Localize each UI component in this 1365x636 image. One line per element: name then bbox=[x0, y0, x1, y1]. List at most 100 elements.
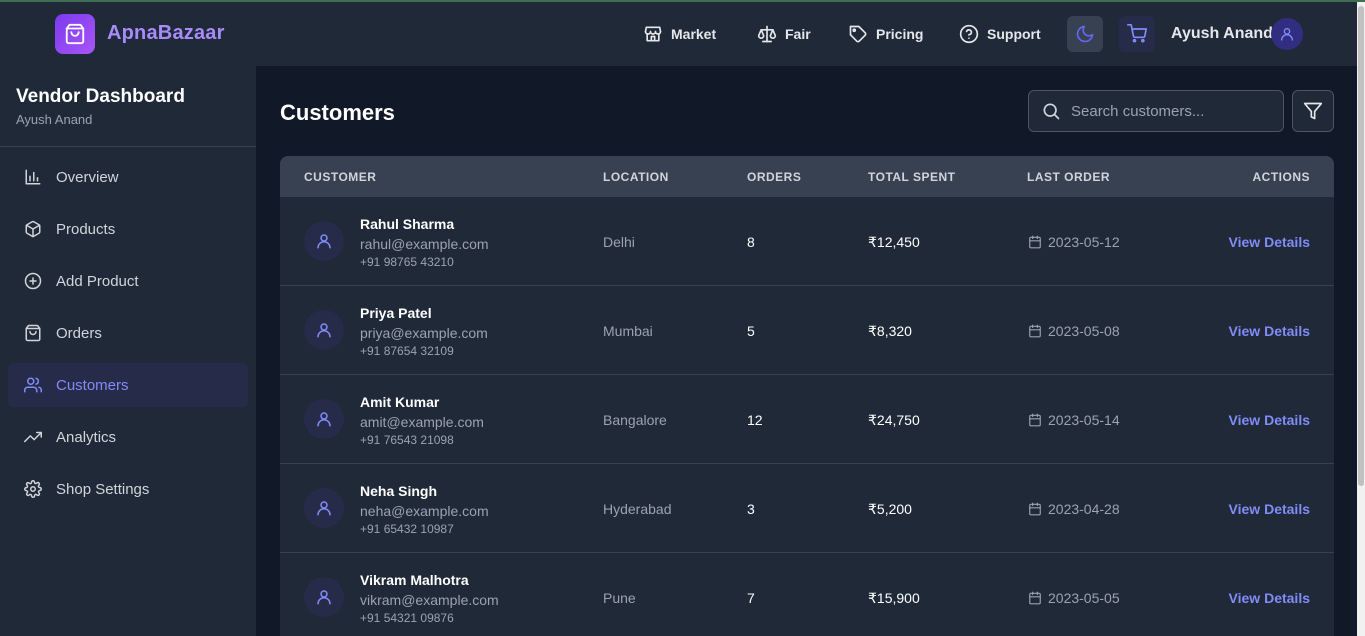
last-order-date: 2023-05-14 bbox=[1048, 412, 1120, 428]
cart-button[interactable] bbox=[1119, 16, 1155, 52]
customer-avatar bbox=[304, 221, 344, 261]
user-icon bbox=[317, 234, 331, 249]
view-details-link[interactable]: View Details bbox=[1229, 234, 1310, 250]
customer-phone: +91 54321 09876 bbox=[360, 611, 454, 625]
calendar-icon bbox=[1029, 324, 1041, 338]
customer-phone: +91 98765 43210 bbox=[360, 255, 454, 269]
customer-name: Neha Singh bbox=[360, 483, 438, 499]
sidebar-item-overview[interactable]: Overview bbox=[8, 155, 248, 199]
theme-toggle-button[interactable] bbox=[1067, 16, 1103, 52]
page-scrollbar[interactable] bbox=[1357, 2, 1365, 636]
customer-location: Delhi bbox=[603, 234, 635, 250]
table-header: CUSTOMER LOCATION ORDERS TOTAL SPENT LAS… bbox=[280, 156, 1334, 196]
box-icon bbox=[24, 220, 42, 238]
sidebar-header: Vendor Dashboard Ayush Anand bbox=[0, 66, 256, 147]
nav-fair-label: Fair bbox=[785, 26, 811, 42]
top-navbar: ApnaBazaar Market Fair Pricing Support A… bbox=[0, 2, 1357, 66]
table-row: Priya Patel priya@example.com +91 87654 … bbox=[280, 285, 1334, 374]
sidebar-item-label: Overview bbox=[56, 168, 119, 186]
nav-market-label: Market bbox=[671, 26, 717, 42]
bar-chart-icon bbox=[24, 168, 42, 186]
view-details-link[interactable]: View Details bbox=[1229, 412, 1310, 428]
cart-icon bbox=[1127, 24, 1147, 43]
table-row: Vikram Malhotra vikram@example.com +91 5… bbox=[280, 552, 1334, 636]
customer-avatar bbox=[304, 310, 344, 350]
view-details-link[interactable]: View Details bbox=[1229, 590, 1310, 606]
search-icon bbox=[1043, 103, 1060, 120]
customer-total-spent: ₹5,200 bbox=[868, 501, 912, 517]
nav-fair[interactable]: Fair bbox=[757, 24, 811, 44]
user-avatar[interactable] bbox=[1271, 18, 1303, 50]
last-order-date: 2023-05-12 bbox=[1048, 234, 1120, 250]
filter-button[interactable] bbox=[1292, 90, 1334, 132]
customer-total-spent: ₹24,750 bbox=[868, 412, 920, 428]
sidebar-item-label: Products bbox=[56, 220, 116, 238]
moon-icon bbox=[1076, 25, 1094, 43]
customer-avatar bbox=[304, 399, 344, 439]
gear-icon bbox=[24, 480, 42, 498]
customer-orders: 5 bbox=[747, 323, 755, 339]
user-icon bbox=[317, 412, 331, 427]
nav-market[interactable]: Market bbox=[643, 24, 716, 44]
calendar-icon bbox=[1029, 413, 1041, 427]
table-row: Amit Kumar amit@example.com +91 76543 21… bbox=[280, 374, 1334, 463]
sidebar-item-products[interactable]: Products bbox=[8, 207, 248, 251]
main-content: Customers CUSTOMER LOCATION ORDERS TOTAL… bbox=[256, 66, 1357, 636]
customer-email: neha@example.com bbox=[360, 503, 489, 519]
customer-last-order: 2023-05-14 bbox=[1028, 412, 1120, 428]
tag-icon bbox=[849, 25, 867, 43]
brand-name[interactable]: ApnaBazaar bbox=[107, 22, 225, 45]
calendar-icon bbox=[1029, 591, 1041, 605]
sidebar-item-shop-settings[interactable]: Shop Settings bbox=[8, 467, 248, 511]
column-header-total-spent: TOTAL SPENT bbox=[868, 170, 956, 184]
customer-orders: 8 bbox=[747, 234, 755, 250]
last-order-date: 2023-05-05 bbox=[1048, 590, 1120, 606]
user-icon bbox=[1281, 28, 1293, 41]
sidebar-item-label: Orders bbox=[56, 324, 102, 342]
user-icon bbox=[317, 590, 331, 605]
search-input[interactable] bbox=[1071, 102, 1271, 120]
sidebar-title: Vendor Dashboard bbox=[16, 86, 185, 107]
plus-circle-icon bbox=[24, 272, 42, 290]
store-icon bbox=[644, 26, 662, 42]
customers-table: CUSTOMER LOCATION ORDERS TOTAL SPENT LAS… bbox=[280, 156, 1334, 636]
sidebar-item-orders[interactable]: Orders bbox=[8, 311, 248, 355]
view-details-link[interactable]: View Details bbox=[1229, 501, 1310, 517]
scrollbar-thumb[interactable] bbox=[1358, 6, 1364, 486]
customer-orders: 12 bbox=[747, 412, 763, 428]
sidebar-item-add-product[interactable]: Add Product bbox=[8, 259, 248, 303]
page-title: Customers bbox=[280, 100, 395, 125]
trending-up-icon bbox=[24, 428, 42, 446]
customer-name: Vikram Malhotra bbox=[360, 572, 469, 588]
filter-icon bbox=[1303, 102, 1323, 120]
users-icon bbox=[24, 376, 42, 394]
sidebar-item-customers[interactable]: Customers bbox=[8, 363, 248, 407]
calendar-icon bbox=[1029, 235, 1041, 249]
customer-avatar bbox=[304, 488, 344, 528]
sidebar-item-label: Analytics bbox=[56, 428, 117, 446]
column-header-actions: ACTIONS bbox=[1252, 170, 1310, 184]
last-order-date: 2023-04-28 bbox=[1048, 501, 1120, 517]
scale-icon bbox=[757, 25, 777, 43]
customer-total-spent: ₹12,450 bbox=[868, 234, 920, 250]
customer-last-order: 2023-05-05 bbox=[1028, 590, 1120, 606]
user-name[interactable]: Ayush Anand bbox=[1171, 25, 1273, 43]
view-details-link[interactable]: View Details bbox=[1229, 323, 1310, 339]
customer-name: Amit Kumar bbox=[360, 394, 440, 410]
sidebar-item-label: Shop Settings bbox=[56, 480, 150, 498]
nav-pricing[interactable]: Pricing bbox=[848, 24, 923, 44]
table-row: Rahul Sharma rahul@example.com +91 98765… bbox=[280, 196, 1334, 285]
sidebar-item-analytics[interactable]: Analytics bbox=[8, 415, 248, 459]
customer-email: amit@example.com bbox=[360, 414, 484, 430]
brand-logo[interactable] bbox=[55, 14, 95, 54]
help-circle-icon bbox=[959, 24, 979, 44]
customer-avatar bbox=[304, 577, 344, 617]
last-order-date: 2023-05-08 bbox=[1048, 323, 1120, 339]
customer-total-spent: ₹15,900 bbox=[868, 590, 920, 606]
search-box[interactable] bbox=[1028, 90, 1284, 132]
customer-location: Hyderabad bbox=[603, 501, 672, 517]
user-icon bbox=[317, 501, 331, 516]
nav-support[interactable]: Support bbox=[959, 24, 1041, 44]
column-header-orders: ORDERS bbox=[747, 170, 802, 184]
customer-phone: +91 76543 21098 bbox=[360, 433, 454, 447]
